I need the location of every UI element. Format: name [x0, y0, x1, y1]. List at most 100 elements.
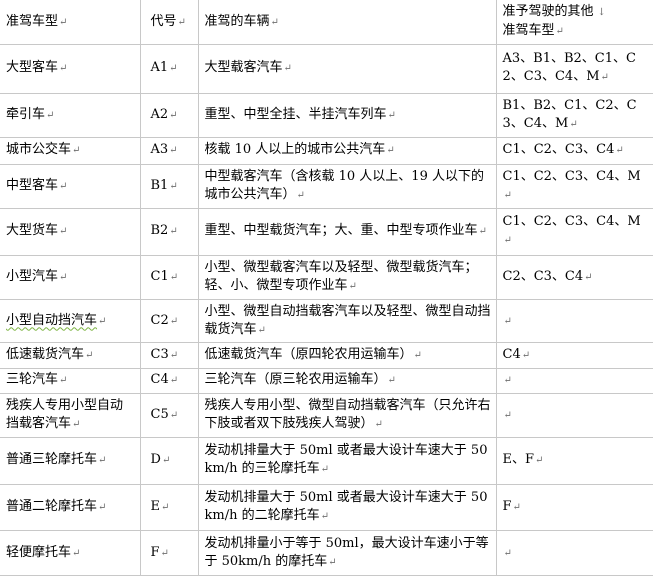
other-classes-cell: A3、B1、B2、C1、C2、C3、C4、M↵ [495, 44, 653, 94]
class-code-cell-text: A3 [150, 142, 169, 158]
permitted-vehicles-cell: 三轮汽车（原三轮农用运输车）↵ [197, 368, 497, 394]
vehicle-type-cell-text: 轻便摩托车 [6, 544, 72, 560]
vehicle-type-cell: 轻便摩托车↵ [0, 530, 141, 576]
class-code-cell-text: B2 [150, 223, 169, 239]
paragraph-mark-icon: ↵ [161, 502, 170, 514]
other-classes-cell: C1、C2、C3、C4、M ↵ [495, 208, 653, 256]
vehicle-type-cell: 残疾人专用小型自动挡载客汽车↵ [0, 392, 141, 439]
permitted-vehicles-cell: 发动机排量大于 50ml 或者最大设计车速大于 50km/h 的三轮摩托车↵ [197, 437, 497, 485]
permitted-vehicles-cell-text: 重型、中型全挂、半挂汽车列车 [204, 106, 387, 122]
permitted-vehicles-cell-text: 大型载客汽车 [204, 60, 283, 76]
class-code-cell: A2↵ [139, 92, 199, 139]
paragraph-mark-icon: ↵ [169, 226, 178, 238]
paragraph-mark-icon: ↵ [72, 418, 81, 430]
table-row: 普通三轮摩托车↵ D↵ 发动机排量大于 50ml 或者最大设计车速大于 50km/h… [0, 437, 653, 485]
vehicle-type-cell: 低速载货汽车↵ [0, 341, 141, 370]
class-code-cell-text: C3 [150, 347, 169, 363]
paragraph-mark-icon: ↵ [387, 375, 396, 387]
vehicle-type-cell: 小型汽车↵ [0, 254, 141, 301]
class-code-cell-text: C2 [150, 312, 169, 328]
paragraph-mark-icon: ↵ [320, 511, 329, 523]
paragraph-mark-icon: ↵ [283, 63, 292, 75]
other-classes-cell: ↵ [495, 530, 653, 576]
permitted-vehicles-cell: 核载 10 人以上的城市公共汽车↵ [197, 137, 497, 165]
class-code-cell: C5↵ [139, 392, 199, 439]
vehicle-type-cell: 牵引车↵ [0, 92, 141, 139]
vehicle-type-cell-text: 小型汽车 [6, 269, 59, 285]
permitted-vehicles-cell-text: 核载 10 人以上的城市公共汽车 [204, 142, 386, 158]
vehicle-type-cell-text: 牵引车 [6, 106, 46, 122]
paragraph-mark-icon: ↵ [503, 189, 512, 201]
permitted-vehicles-cell-text: 发动机排量小于等于 50ml，最大设计车速小于等于 50km/h 的摩托车 [204, 535, 489, 569]
paragraph-mark-icon: ↵ [46, 109, 55, 121]
vehicle-type-cell-text: 中型客车 [6, 177, 59, 193]
paragraph-mark-icon: ↵ [535, 455, 544, 467]
table-row: 低速载货汽车↵ C3↵ 低速载货汽车（原四轮农用运输车）↵ C4↵ [0, 341, 653, 370]
class-code-cell: C4↵ [139, 368, 199, 394]
paragraph-mark-icon: ↵ [160, 547, 169, 559]
paragraph-mark-icon: ↵ [59, 272, 68, 284]
header-type: 准驾车型↵ [0, 0, 141, 46]
permitted-vehicles-cell: 发动机排量大于 50ml 或者最大设计车速大于 50km/h 的二轮摩托车↵ [197, 483, 497, 532]
vehicle-type-cell: 普通二轮摩托车↵ [0, 483, 141, 532]
license-class-table: 准驾车型↵ 代号↵ 准驾的车辆↵ 准予驾驶的其他 ↓ 准驾车型↵ 大型客车↵ A1↵ 大… [0, 0, 653, 576]
paragraph-mark-icon: ↵ [59, 63, 68, 75]
permitted-vehicles-cell-text: 中型载客汽车（含核载 10 人以上、19 人以下的城市公共汽车） [204, 168, 484, 202]
class-code-cell: B1↵ [139, 163, 199, 210]
permitted-vehicles-cell: 重型、中型全挂、半挂汽车列车↵ [197, 92, 497, 139]
other-classes-cell-text: C2、C3、C4 [502, 269, 584, 285]
paragraph-mark-icon: ↵ [169, 350, 179, 362]
vehicle-type-cell-text: 三轮汽车 [6, 372, 59, 388]
other-classes-cell: ↵ [495, 368, 653, 394]
class-code-cell-text: C1 [150, 269, 169, 285]
paragraph-mark-icon: ↵ [72, 145, 81, 157]
table-row: 三轮汽车↵ C4↵ 三轮汽车（原三轮农用运输车）↵ ↵ [0, 368, 653, 394]
paragraph-mark-icon: ↵ [503, 375, 512, 387]
vehicle-type-cell-text: 普通三轮摩托车 [6, 452, 98, 468]
permitted-vehicles-cell: 大型载客汽车↵ [197, 44, 497, 94]
table-row: 小型汽车↵ C1↵ 小型、微型载客汽车以及轻型、微型载货汽车；轻、小、微型专项作业车… [0, 254, 653, 301]
class-code-cell: C2↵ [139, 299, 199, 343]
class-code-cell: B2↵ [139, 208, 199, 256]
table-row: 轻便摩托车↵ F↵ 发动机排量小于等于 50ml，最大设计车速小于等于 50km/h… [0, 530, 653, 576]
vehicle-type-cell: 普通三轮摩托车↵ [0, 437, 141, 485]
vehicle-type-cell: 城市公交车↵ [0, 137, 141, 165]
class-code-cell-text: C4 [150, 372, 169, 388]
other-classes-cell-text: C1、C2、C3、C4、M [502, 168, 641, 184]
vehicle-type-cell-text: 大型客车 [6, 60, 59, 76]
permitted-vehicles-cell: 重型、中型载货汽车；大、重、中型专项作业车↵ [197, 208, 497, 256]
other-classes-cell: C1、C2、C3、C4、M ↵ [495, 163, 653, 210]
paragraph-mark-icon: ↵ [257, 324, 266, 336]
table-row: 小型自动挡汽车↵ C2↵ 小型、微型自动挡载客汽车以及轻型、微型自动挡载货汽车↵ ↵ [0, 299, 653, 343]
class-code-cell-text: E [150, 499, 161, 515]
paragraph-mark-icon: ↵ [386, 145, 395, 157]
class-code-cell: A1↵ [139, 44, 199, 94]
paragraph-mark-icon: ↵ [521, 350, 531, 362]
table-row: 普通二轮摩托车↵ E↵ 发动机排量大于 50ml 或者最大设计车速大于 50km/h… [0, 483, 653, 532]
table-row: 中型客车 ↵ B1↵ 中型载客汽车（含核载 10 人以上、19 人以下的城市公共汽车）… [0, 163, 653, 210]
other-classes-cell-text: C1、C2、C3、C4 [502, 142, 615, 158]
paragraph-mark-icon: ↵ [169, 315, 179, 327]
class-code-cell-text: F [150, 544, 160, 560]
paragraph-mark-icon: ↵ [85, 350, 94, 362]
permitted-vehicles-cell-text: 低速载货汽车（原四轮农用运输车） [204, 347, 413, 363]
other-classes-cell: F↵ [495, 483, 653, 532]
other-classes-cell: C2、C3、C4↵ [495, 254, 653, 301]
paragraph-mark-icon: ↵ [503, 547, 512, 559]
table-row: 城市公交车↵ A3↵ 核载 10 人以上的城市公共汽车↵ C1、C2、C3、C4↵ [0, 137, 653, 165]
class-code-cell: D↵ [139, 437, 199, 485]
paragraph-mark-icon: ↵ [478, 226, 487, 238]
permitted-vehicles-cell-text: 重型、中型载货汽车；大、重、中型专项作业车 [204, 223, 478, 239]
paragraph-mark-icon: ↵ [328, 556, 337, 568]
paragraph-mark-icon: ↵ [72, 547, 81, 559]
vehicle-type-cell-text: 城市公交车 [6, 142, 72, 158]
paragraph-mark-icon: ↵ [169, 409, 179, 421]
vehicle-type-cell-text: 大型货车 [6, 223, 59, 239]
permitted-vehicles-cell-text: 残疾人专用小型、微型自动挡载客汽车（只允许右下肢或者双下肢残疾人驾驶） [204, 397, 491, 431]
paragraph-mark-icon: ↵ [98, 455, 107, 467]
vehicle-type-cell: 大型货车↵ [0, 208, 141, 256]
other-classes-cell: C4↵ [495, 341, 653, 370]
other-classes-cell: ↵ [495, 299, 653, 343]
paragraph-mark-icon: ↵ [584, 272, 593, 284]
paragraph-mark-icon: ↵ [503, 409, 512, 421]
